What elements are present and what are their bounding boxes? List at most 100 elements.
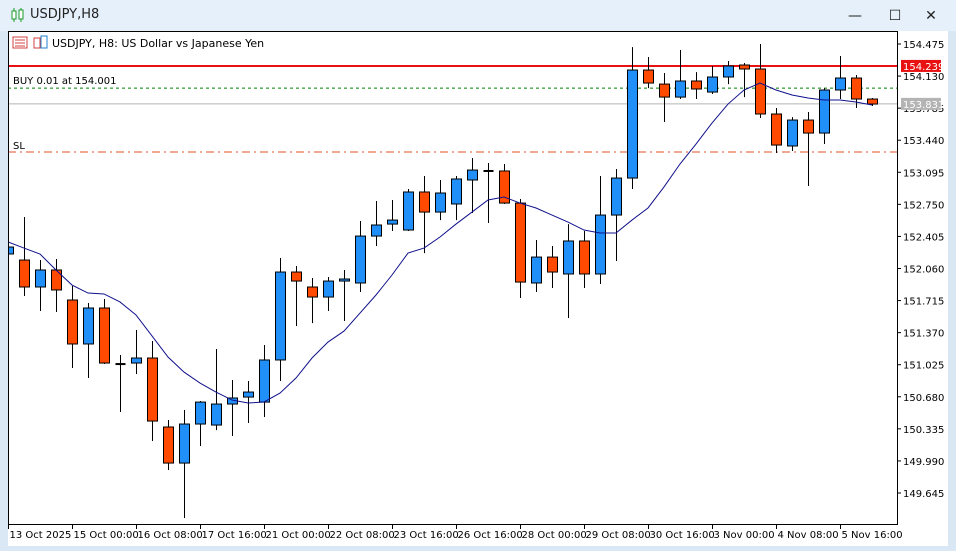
candle-body xyxy=(19,259,30,288)
y-tick-label: 154.130 xyxy=(903,72,944,83)
y-tick-label: 154.475 xyxy=(903,40,944,51)
y-tick-label: 149.645 xyxy=(903,489,944,500)
y-tick-label: 150.335 xyxy=(903,425,944,436)
candlestick-chart[interactable]: BUY 0.01 at 154.001 SL 154.475 154.130 153.… xyxy=(3,31,948,546)
candle xyxy=(19,216,30,297)
candle xyxy=(99,298,110,365)
y-tick-label: 152.405 xyxy=(903,232,944,243)
candle-body xyxy=(451,178,462,205)
candle xyxy=(227,380,238,437)
candle-body xyxy=(723,65,734,78)
minimize-button[interactable]: — xyxy=(840,5,870,27)
candle xyxy=(579,231,590,289)
candle-body xyxy=(819,89,830,134)
candle-body xyxy=(211,403,222,426)
x-tick-label: 3 Nov 00:00 xyxy=(714,530,775,541)
candle xyxy=(691,72,702,100)
window-title: USDJPY,H8 xyxy=(30,7,100,22)
candle xyxy=(563,224,574,319)
candle-body xyxy=(419,191,430,213)
y-tick-label: 152.750 xyxy=(903,200,944,211)
chart-header: USDJPY, H8: US Dollar vs Japanese Yen xyxy=(12,35,264,50)
candle-body xyxy=(627,69,638,179)
chart-template-icon[interactable] xyxy=(33,35,48,49)
candle xyxy=(339,269,350,322)
x-tick-label: 28 Oct 00:00 xyxy=(522,530,587,541)
ask-price-label: 154.239 xyxy=(903,62,944,73)
candle-body xyxy=(691,80,702,90)
candle-body xyxy=(803,119,814,134)
candle-body xyxy=(547,256,558,273)
candle-body xyxy=(531,256,542,284)
candle xyxy=(547,246,558,289)
candle-body xyxy=(579,240,590,275)
candle-body xyxy=(291,271,302,282)
candle xyxy=(211,349,222,431)
candle-body xyxy=(467,169,478,181)
candle-body xyxy=(755,68,766,115)
candle xyxy=(371,201,382,247)
candle xyxy=(803,112,814,187)
minimize-icon: — xyxy=(848,8,862,24)
candle-body xyxy=(787,119,798,147)
close-icon: ✕ xyxy=(925,8,937,24)
candle xyxy=(435,180,446,221)
close-button[interactable]: ✕ xyxy=(916,5,946,27)
y-tick-label: 152.060 xyxy=(903,264,944,275)
candle xyxy=(675,50,686,100)
x-tick-label: 26 Oct 16:00 xyxy=(458,530,523,541)
y-tick-label: 153.095 xyxy=(903,168,944,179)
candle-body xyxy=(339,278,350,282)
x-tick-label: 23 Oct 16:00 xyxy=(394,530,459,541)
candle-body xyxy=(323,280,334,298)
candle xyxy=(771,108,782,154)
chart-header-text: USDJPY, H8: US Dollar vs Japanese Yen xyxy=(52,37,264,50)
candle xyxy=(387,199,398,232)
y-tick-label: 151.715 xyxy=(903,297,944,308)
x-tick-label: 5 Nov 16:00 xyxy=(842,530,903,541)
indicator-list-icon[interactable] xyxy=(12,36,28,49)
candle xyxy=(147,341,158,442)
candle xyxy=(67,285,78,369)
candle-body xyxy=(83,307,94,345)
candle xyxy=(643,57,654,89)
candle-body xyxy=(259,359,270,403)
x-tick-label: 13 Oct 2025 xyxy=(10,530,72,541)
candle-body xyxy=(403,191,414,231)
candle-body xyxy=(611,177,622,216)
x-tick-label: 21 Oct 00:00 xyxy=(266,530,331,541)
maximize-icon: ☐ xyxy=(888,8,902,24)
y-tick-label: 150.680 xyxy=(903,393,944,404)
candle-body xyxy=(835,77,846,91)
candle xyxy=(467,158,478,214)
candle-body xyxy=(515,202,526,283)
candle xyxy=(515,199,526,299)
x-tick-label: 16 Oct 08:00 xyxy=(138,530,203,541)
candle xyxy=(307,277,318,324)
candle-body xyxy=(659,83,670,98)
window-title-bar[interactable]: USDJPY,H8 — ☐ ✕ xyxy=(0,0,956,31)
candle xyxy=(275,257,286,381)
candle xyxy=(835,55,846,100)
candle xyxy=(723,61,734,85)
candle-body xyxy=(131,357,142,364)
x-tick-label: 15 Oct 00:00 xyxy=(74,530,139,541)
candle xyxy=(659,73,670,122)
candle xyxy=(451,176,462,221)
x-tick-label: 4 Nov 08:00 xyxy=(778,530,839,541)
candle-body xyxy=(771,113,782,146)
candle xyxy=(259,345,270,418)
y-tick-label: 151.025 xyxy=(903,361,944,372)
candle xyxy=(707,66,718,95)
y-tick-label: 153.440 xyxy=(903,136,944,147)
candle xyxy=(739,63,750,98)
x-tick-label: 30 Oct 16:00 xyxy=(650,530,715,541)
candle xyxy=(483,162,494,224)
candle-body xyxy=(99,307,110,364)
candle xyxy=(35,260,46,311)
candle xyxy=(403,189,414,232)
chart-panel[interactable]: BUY 0.01 at 154.001 SL 154.475 154.130 153.… xyxy=(3,31,948,546)
candle-body xyxy=(307,286,318,298)
maximize-button[interactable]: ☐ xyxy=(880,5,910,27)
candle-body xyxy=(67,299,78,345)
